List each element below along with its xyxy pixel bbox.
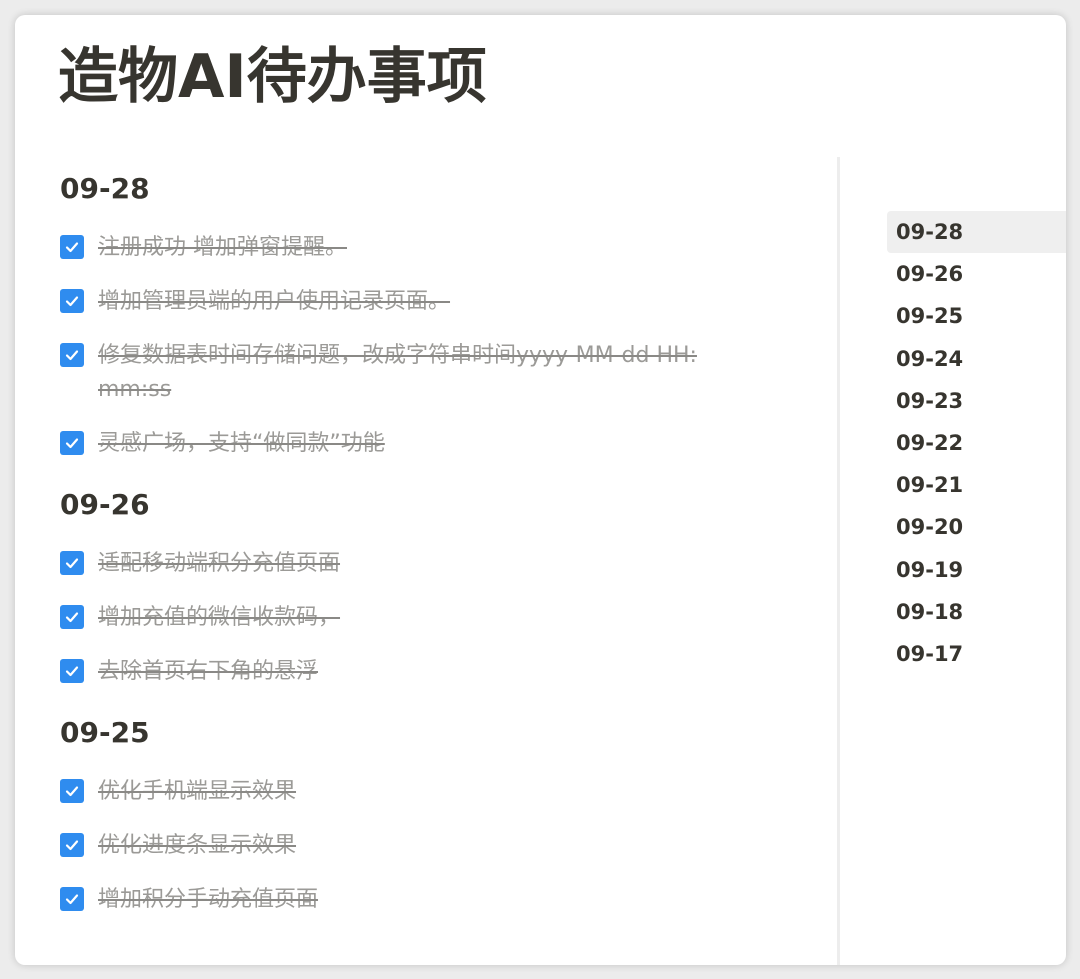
section-heading: 09-28 <box>60 172 150 205</box>
checkbox-checked-icon[interactable] <box>60 431 84 455</box>
checkbox-checked-icon[interactable] <box>60 833 84 857</box>
todo-text[interactable]: 修复数据表时间存储问题，改成字符串时间yyyy-MM-dd HH:mm:ss <box>98 339 718 407</box>
todo-text[interactable]: 去除首页右下角的悬浮 <box>98 655 318 689</box>
todo-text[interactable]: 适配移动端积分充值页面 <box>98 547 340 581</box>
checkbox-checked-icon[interactable] <box>60 779 84 803</box>
todo-text[interactable]: 增加积分手动充值页面 <box>98 883 318 917</box>
section-09-25: 09-25 优化手机端显示效果 优化进度条显示效果 增加积分手动充值页面 <box>60 709 780 917</box>
toc-item-09-21[interactable]: 09-21 <box>887 464 1066 506</box>
todo-item: 灵感广场，支持“做同款”功能 <box>60 427 780 461</box>
toc-item-09-28[interactable]: 09-28 <box>887 211 1066 254</box>
toc-item-09-25[interactable]: 09-25 <box>887 295 1066 337</box>
todo-item: 增加积分手动充值页面 <box>60 883 780 917</box>
toc-item-09-26[interactable]: 09-26 <box>887 253 1066 295</box>
toc-item-09-23[interactable]: 09-23 <box>887 380 1066 422</box>
todo-item: 增加管理员端的用户使用记录页面。 <box>60 285 780 319</box>
toc-item-09-20[interactable]: 09-20 <box>887 506 1066 548</box>
todo-item: 注册成功 增加弹窗提醒。 <box>60 231 780 265</box>
todo-text[interactable]: 增加管理员端的用户使用记录页面。 <box>98 285 450 319</box>
page-title: 造物AI待办事项 <box>58 42 487 112</box>
todo-item: 增加充值的微信收款码， <box>60 601 780 635</box>
checkbox-checked-icon[interactable] <box>60 887 84 911</box>
todo-item: 去除首页右下角的悬浮 <box>60 655 780 689</box>
checkbox-checked-icon[interactable] <box>60 659 84 683</box>
toc-item-09-19[interactable]: 09-19 <box>887 549 1066 591</box>
todo-item: 适配移动端积分充值页面 <box>60 547 780 581</box>
todo-text[interactable]: 增加充值的微信收款码， <box>98 601 340 635</box>
checkbox-checked-icon[interactable] <box>60 551 84 575</box>
table-of-contents: 09-28 09-26 09-25 09-24 09-23 09-22 09-2… <box>887 211 1066 675</box>
section-09-26: 09-26 适配移动端积分充值页面 增加充值的微信收款码， 去除首页右下角的悬浮 <box>60 481 780 689</box>
checkbox-checked-icon[interactable] <box>60 289 84 313</box>
todo-item: 优化进度条显示效果 <box>60 829 780 863</box>
todo-item: 修复数据表时间存储问题，改成字符串时间yyyy-MM-dd HH:mm:ss <box>60 339 780 407</box>
section-heading: 09-25 <box>60 716 150 749</box>
section-09-28: 09-28 注册成功 增加弹窗提醒。 增加管理员端的用户使用记录页面。 修复数据… <box>60 165 780 461</box>
toc-item-09-24[interactable]: 09-24 <box>887 338 1066 380</box>
todo-text[interactable]: 注册成功 增加弹窗提醒。 <box>98 231 347 265</box>
toc-item-09-17[interactable]: 09-17 <box>887 633 1066 675</box>
todo-text[interactable]: 优化进度条显示效果 <box>98 829 296 863</box>
notes-window: 造物AI待办事项 09-28 注册成功 增加弹窗提醒。 增加管理员端的用户使用记… <box>15 15 1066 965</box>
todo-text[interactable]: 优化手机端显示效果 <box>98 775 296 809</box>
vertical-divider <box>837 157 840 965</box>
checkbox-checked-icon[interactable] <box>60 343 84 367</box>
checkbox-checked-icon[interactable] <box>60 235 84 259</box>
toc-item-09-22[interactable]: 09-22 <box>887 422 1066 464</box>
todo-item: 优化手机端显示效果 <box>60 775 780 809</box>
checkbox-checked-icon[interactable] <box>60 605 84 629</box>
section-heading: 09-26 <box>60 488 150 521</box>
todo-text[interactable]: 灵感广场，支持“做同款”功能 <box>98 427 385 461</box>
todo-content: 09-28 注册成功 增加弹窗提醒。 增加管理员端的用户使用记录页面。 修复数据… <box>60 165 780 937</box>
toc-item-09-18[interactable]: 09-18 <box>887 591 1066 633</box>
